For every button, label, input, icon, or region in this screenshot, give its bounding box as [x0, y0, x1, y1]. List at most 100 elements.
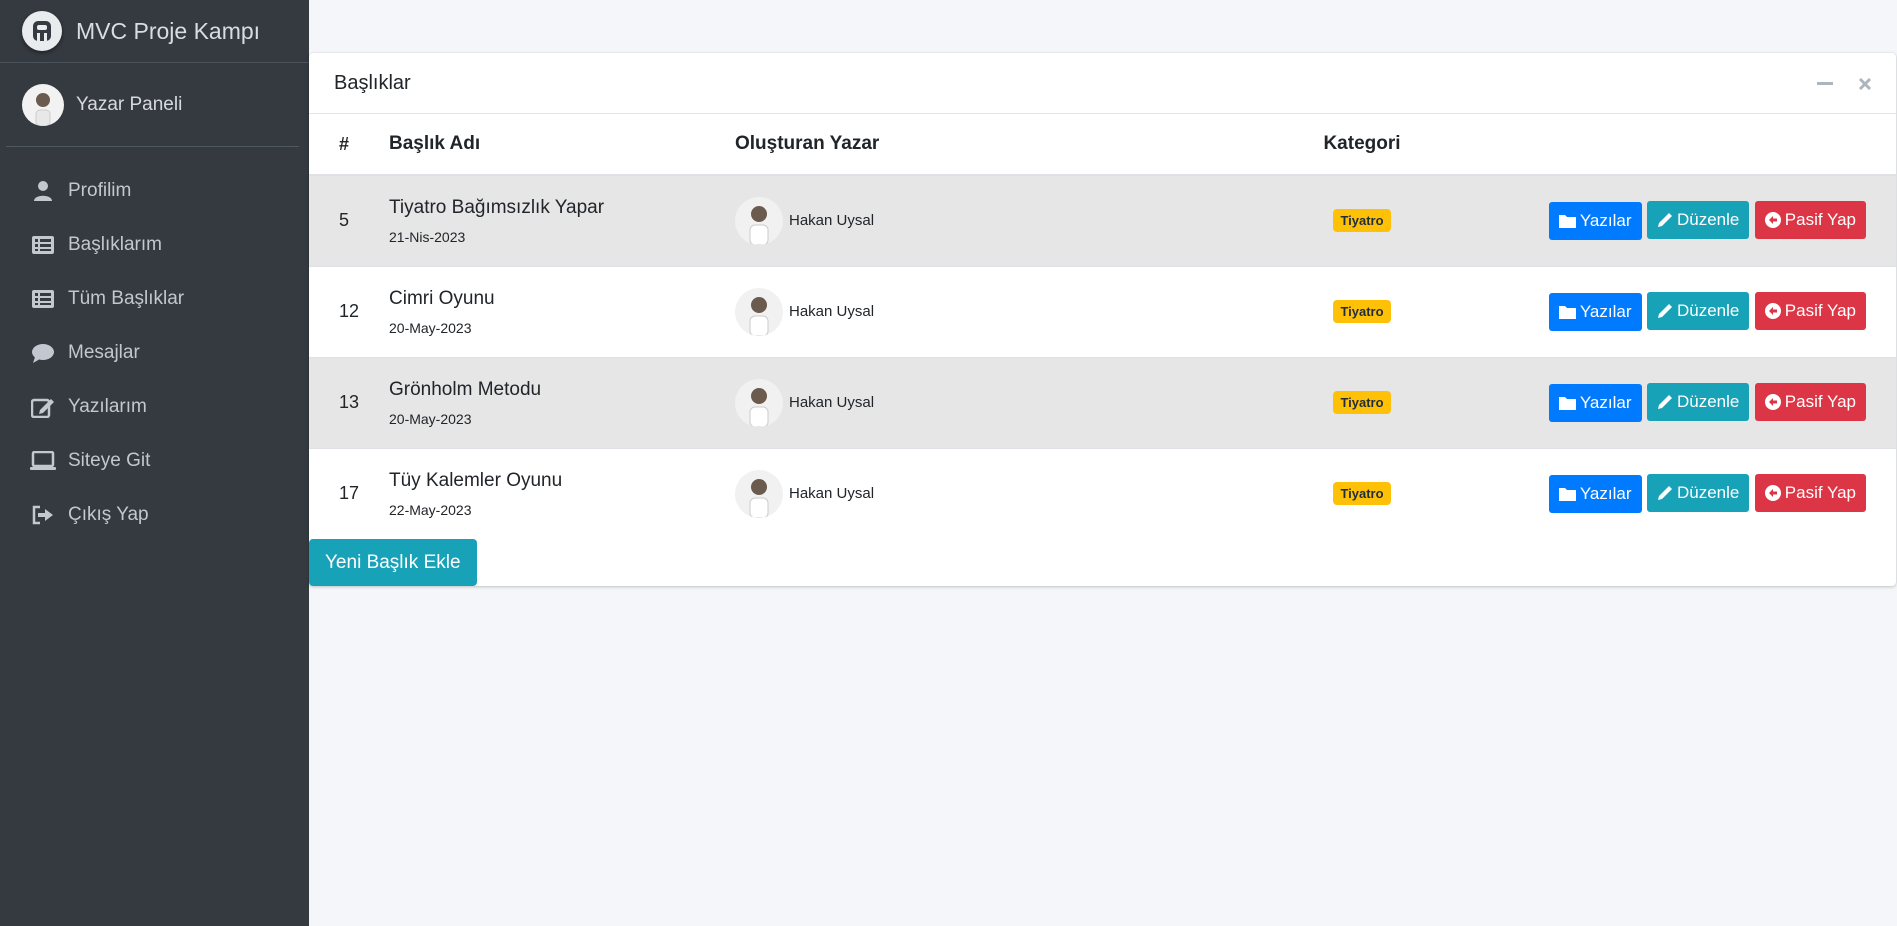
arrow-circle-left-icon — [1764, 303, 1781, 319]
minus-icon[interactable] — [1816, 75, 1834, 93]
posts-button-label: Yazılar — [1579, 302, 1632, 321]
heading-date: 21-Nis-2023 — [389, 228, 466, 245]
row-writer-cell: Hakan Uysal — [735, 174, 1272, 266]
heading-title: Cimri Oyunu — [389, 287, 495, 309]
edit-button-label: Düzenle — [1676, 392, 1740, 411]
list-icon — [30, 233, 56, 257]
sidebar-item-yazilarim[interactable]: Yazılarım — [0, 380, 309, 434]
posts-button[interactable]: Yazılar — [1548, 293, 1642, 331]
column-header-title: Başlık Adı — [389, 114, 735, 176]
writer-avatar — [735, 469, 783, 518]
edit-button[interactable]: Düzenle — [1646, 474, 1750, 513]
user-icon — [30, 179, 56, 203]
table-row: 5 Tiyatro Bağımsızlık Yapar 21-Nis-2023 … — [309, 174, 1896, 266]
posts-button-label: Yazılar — [1579, 484, 1632, 504]
posts-button-label: Yazılar — [1579, 211, 1632, 231]
laptop-icon — [30, 449, 56, 473]
edit-button[interactable]: Düzenle — [1646, 201, 1750, 240]
brand-logo-icon — [22, 11, 62, 51]
user-name: Yazar Paneli — [76, 93, 183, 115]
row-actions: Yazılar Düzenle Pasif Yap — [1452, 447, 1896, 539]
sidebar-item-label: Mesajlar — [68, 342, 140, 363]
posts-button[interactable]: Yazılar — [1548, 384, 1642, 422]
writer-avatar — [735, 378, 783, 427]
category-badge: Tiyatro — [1333, 209, 1391, 233]
passive-button[interactable]: Pasif Yap — [1754, 383, 1866, 421]
edit-icon — [30, 395, 56, 419]
pencil-icon — [1657, 213, 1672, 228]
passive-button[interactable]: Pasif Yap — [1754, 474, 1866, 513]
pencil-icon — [1657, 395, 1672, 409]
edit-button-label: Düzenle — [1676, 210, 1740, 230]
posts-button[interactable]: Yazılar — [1548, 202, 1642, 241]
arrow-circle-left-icon — [1764, 485, 1781, 502]
edit-button[interactable]: Düzenle — [1646, 383, 1750, 421]
column-header-actions — [1452, 114, 1896, 176]
brand-link[interactable]: MVC Proje Kampı — [0, 0, 309, 63]
sidebar-item-label: Başlıklarım — [68, 234, 162, 255]
writer-avatar — [735, 196, 783, 245]
user-panel[interactable]: Yazar Paneli — [6, 63, 299, 147]
card-tools — [1816, 75, 1874, 93]
column-header-writer: Oluşturan Yazar — [735, 114, 1272, 176]
writer-avatar — [735, 287, 783, 336]
row-id: 5 — [309, 174, 389, 266]
edit-button-label: Düzenle — [1676, 301, 1740, 320]
writer-name: Hakan Uysal — [789, 485, 875, 503]
posts-button[interactable]: Yazılar — [1548, 475, 1642, 514]
row-category-cell: Tiyatro — [1272, 356, 1452, 448]
edit-button[interactable]: Düzenle — [1646, 292, 1750, 330]
add-heading-button[interactable]: Yeni Başlık Ekle — [309, 539, 477, 586]
row-category-cell: Tiyatro — [1272, 447, 1452, 539]
row-id: 17 — [309, 447, 389, 539]
arrow-circle-left-icon — [1764, 212, 1781, 229]
sidebar-item-tum-basliklar[interactable]: Tüm Başlıklar — [0, 272, 309, 326]
sidebar-item-basliklarim[interactable]: Başlıklarım — [0, 218, 309, 272]
close-icon[interactable] — [1856, 75, 1874, 93]
row-id: 13 — [309, 356, 389, 448]
category-badge: Tiyatro — [1333, 391, 1391, 414]
folder-icon — [1558, 488, 1576, 502]
writer-name: Hakan Uysal — [789, 303, 875, 320]
category-badge: Tiyatro — [1333, 482, 1391, 506]
sidebar-item-cikis-yap[interactable]: Çıkış Yap — [0, 488, 309, 542]
row-title-cell: Cimri Oyunu 20-May-2023 — [389, 265, 735, 357]
row-id: 12 — [309, 265, 389, 357]
heading-date: 22-May-2023 — [389, 501, 472, 518]
row-writer-cell: Hakan Uysal — [735, 447, 1272, 539]
heading-date: 20-May-2023 — [389, 319, 472, 336]
passive-button[interactable]: Pasif Yap — [1754, 201, 1866, 240]
comment-icon — [30, 341, 56, 365]
sidebar-item-profilim[interactable]: Profilim — [0, 164, 309, 218]
row-actions: Yazılar Düzenle Pasif Yap — [1452, 174, 1896, 266]
writer-name: Hakan Uysal — [789, 394, 875, 411]
edit-button-label: Düzenle — [1676, 483, 1740, 503]
user-avatar — [22, 83, 64, 126]
row-title-cell: Grönholm Metodu 20-May-2023 — [389, 356, 735, 448]
row-writer-cell: Hakan Uysal — [735, 356, 1272, 448]
column-header-category: Kategori — [1272, 114, 1452, 176]
table-header-row: # Başlık Adı Oluşturan Yazar Kategori — [309, 114, 1896, 176]
list-icon — [30, 287, 56, 311]
category-badge: Tiyatro — [1333, 300, 1391, 323]
pencil-icon — [1657, 486, 1672, 501]
sidebar-item-label: Siteye Git — [68, 450, 151, 471]
passive-button-label: Pasif Yap — [1784, 392, 1856, 411]
table-row: 17 Tüy Kalemler Oyunu 22-May-2023 Hakan … — [309, 447, 1896, 539]
passive-button-label: Pasif Yap — [1784, 483, 1856, 503]
folder-icon — [1558, 397, 1576, 410]
table-row: 13 Grönholm Metodu 20-May-2023 Hakan Uys… — [309, 356, 1896, 448]
row-category-cell: Tiyatro — [1272, 174, 1452, 266]
sign-out-icon — [30, 503, 56, 527]
writer-name: Hakan Uysal — [789, 212, 875, 230]
sidebar-item-siteye-git[interactable]: Siteye Git — [0, 434, 309, 488]
headings-card: Başlıklar # Başlık Adı Oluşturan Yazar K… — [309, 53, 1896, 586]
row-category-cell: Tiyatro — [1272, 265, 1452, 357]
pencil-icon — [1657, 304, 1672, 318]
heading-title: Grönholm Metodu — [389, 378, 542, 400]
column-header-id: # — [309, 114, 389, 176]
sidebar-item-mesajlar[interactable]: Mesajlar — [0, 326, 309, 380]
sidebar-item-label: Tüm Başlıklar — [68, 288, 185, 309]
passive-button[interactable]: Pasif Yap — [1754, 292, 1866, 330]
sidebar-item-label: Profilim — [68, 180, 132, 201]
